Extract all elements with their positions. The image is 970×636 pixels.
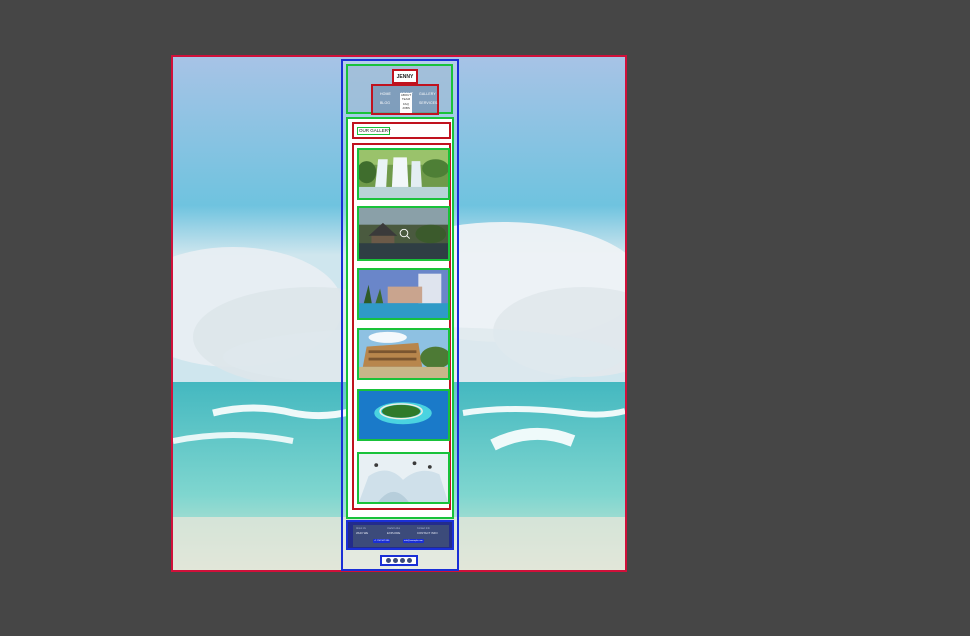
footer-email-link[interactable]: info@example.com xyxy=(403,539,424,543)
footer-col-heading: Useful Links xyxy=(387,527,401,530)
nav-dropdown-menu: ABOUT TEAM FAQ JOBS xyxy=(400,93,412,113)
footer-columns: About Us WHO WE Useful Links EXPLORE Con… xyxy=(353,525,449,547)
gallery-image-lakeside-house[interactable] xyxy=(357,206,450,261)
site-logo[interactable]: JENNY xyxy=(392,69,418,84)
footer-col-title: WHO WE xyxy=(356,531,369,535)
social-links xyxy=(380,555,418,566)
gallery-grid xyxy=(352,143,451,510)
nav-item-blog[interactable]: BLOG xyxy=(380,101,390,105)
gallery-image-tropical-island[interactable] xyxy=(357,389,450,441)
twitter-icon[interactable] xyxy=(393,558,398,563)
gallery-image-colosseum[interactable] xyxy=(357,328,450,380)
youtube-icon[interactable] xyxy=(407,558,412,563)
page-column: JENNY HOME ABOUT GALLERY BLOG SERVICES A… xyxy=(341,59,459,571)
instagram-icon[interactable] xyxy=(400,558,405,563)
dropdown-item[interactable]: JOBS xyxy=(400,106,412,110)
footer-col-heading: Contact Info xyxy=(417,527,430,530)
main-navigation: HOME ABOUT GALLERY BLOG SERVICES ABOUT T… xyxy=(371,84,439,115)
gallery-image-resort-pool[interactable] xyxy=(357,268,450,320)
site-header: JENNY HOME ABOUT GALLERY BLOG SERVICES A… xyxy=(346,64,453,115)
copyright-text: © 2019 All rights reserved xyxy=(391,568,411,569)
footer-col-title: CONTACT INFO xyxy=(417,531,438,535)
gallery-section: OUR GALLERY xyxy=(346,117,454,519)
nav-item-gallery[interactable]: GALLERY xyxy=(419,92,436,96)
gallery-title-bar: OUR GALLERY xyxy=(352,122,451,139)
nav-item-home[interactable]: HOME xyxy=(380,92,391,96)
footer-col-title: EXPLORE xyxy=(387,531,401,535)
site-footer: About Us WHO WE Useful Links EXPLORE Con… xyxy=(346,520,454,550)
footer-col-heading: About Us xyxy=(356,527,366,530)
footer-phone-link[interactable]: +1 234 567 890 xyxy=(373,539,391,543)
nav-item-services[interactable]: SERVICES xyxy=(419,101,437,105)
gallery-title: OUR GALLERY xyxy=(357,127,391,135)
facebook-icon[interactable] xyxy=(386,558,391,563)
gallery-image-snowy-sculpture[interactable] xyxy=(357,452,450,504)
gallery-image-waterfall[interactable] xyxy=(357,148,450,200)
page-stage: JENNY HOME ABOUT GALLERY BLOG SERVICES A… xyxy=(0,0,970,636)
